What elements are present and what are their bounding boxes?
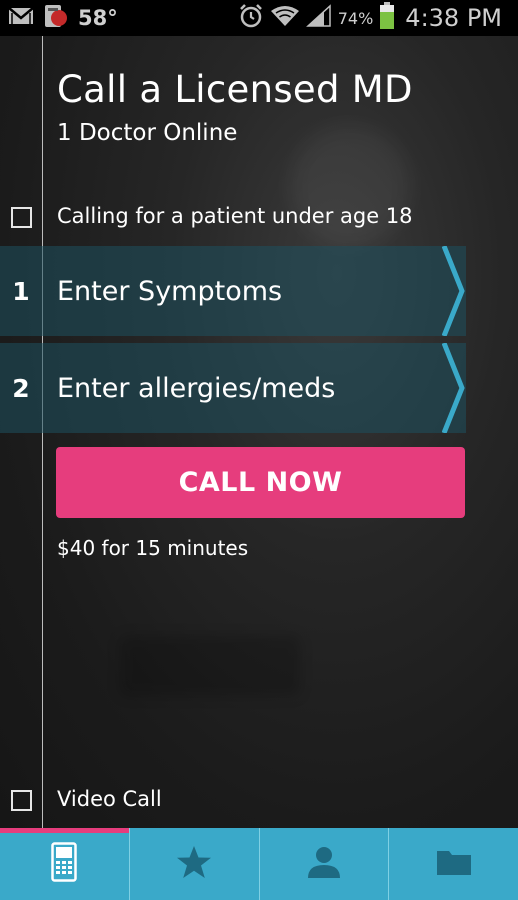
background-shape (290, 126, 410, 246)
doctors-online-count: 1 Doctor Online (57, 120, 238, 146)
call-now-button[interactable]: CALL NOW (56, 447, 465, 518)
tab-records[interactable] (389, 828, 518, 900)
active-tab-indicator (0, 828, 129, 833)
step-number: 2 (12, 373, 30, 403)
phone-icon (51, 842, 78, 886)
battery-icon (379, 2, 395, 34)
step-label: Enter Symptoms (57, 275, 283, 307)
temperature: 58° (78, 6, 118, 30)
step-label: Enter allergies/meds (57, 372, 336, 404)
signal-icon (305, 4, 332, 32)
page-title: Call a Licensed MD (57, 68, 413, 111)
tab-favorites[interactable] (130, 828, 260, 900)
chevron-right-icon (442, 246, 465, 336)
bottom-tab-bar (0, 828, 518, 900)
alarm-icon (238, 3, 264, 33)
under-18-label: Calling for a patient under age 18 (57, 204, 413, 228)
wifi-icon (270, 4, 300, 32)
chevron-right-icon (442, 343, 465, 433)
battery-percent: 74% (337, 8, 374, 28)
step-enter-allergies-meds[interactable]: 2 Enter allergies/meds (0, 343, 466, 433)
person-icon (306, 845, 342, 883)
gmail-icon (8, 6, 34, 30)
clock: 4:38 PM (405, 4, 502, 32)
step-enter-symptoms[interactable]: 1 Enter Symptoms (0, 246, 466, 336)
tab-call[interactable] (0, 828, 130, 900)
star-icon (176, 845, 212, 883)
folder-icon (436, 848, 472, 880)
video-call-label: Video Call (57, 787, 162, 811)
main-panel: Call a Licensed MD 1 Doctor Online Calli… (0, 36, 518, 828)
video-call-checkbox[interactable] (11, 790, 32, 811)
status-bar: 58° 74% 4:38 PM (0, 0, 518, 36)
step-number: 1 (12, 276, 30, 306)
price-text: $40 for 15 minutes (57, 536, 249, 560)
tab-profile[interactable] (260, 828, 390, 900)
background-shape (120, 636, 300, 696)
weather-app-icon (42, 3, 70, 33)
under-18-checkbox[interactable] (11, 207, 32, 228)
